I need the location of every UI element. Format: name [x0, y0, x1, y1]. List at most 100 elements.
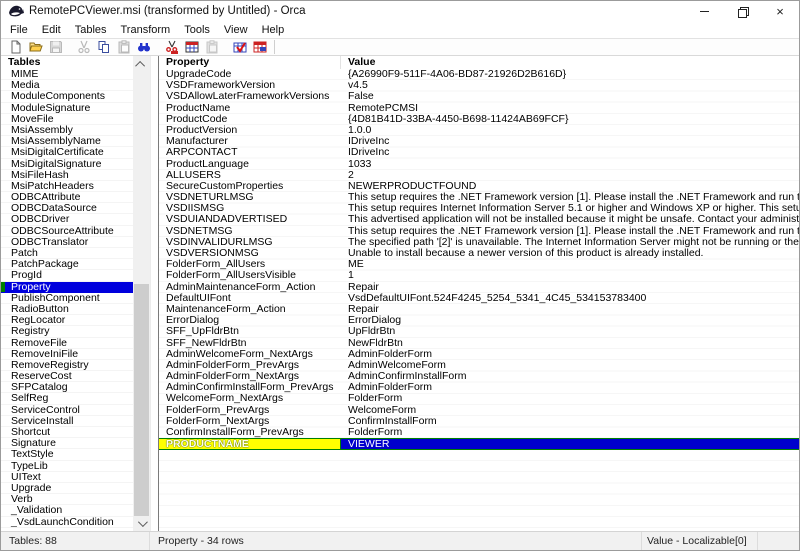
scrollbar-thumb[interactable] — [134, 284, 149, 516]
grid-row[interactable]: SecureCustomPropertiesNEWERPRODUCTFOUND — [159, 181, 799, 192]
value-cell[interactable]: ErrorDialog — [341, 315, 799, 326]
value-cell[interactable]: VsdDefaultUIFont.524F4245_5254_5341_4C45… — [341, 293, 799, 304]
property-cell[interactable]: ProductCode — [159, 114, 341, 125]
value-cell[interactable]: ME — [341, 259, 799, 270]
property-cell[interactable]: AdminFolderForm_NextArgs — [159, 371, 341, 382]
grid-row[interactable]: ErrorDialogErrorDialog — [159, 315, 799, 326]
grid-row[interactable]: SFF_UpFldrBtnUpFldrBtn — [159, 326, 799, 337]
grid-row[interactable]: VSDNETURLMSGThis setup requires the .NET… — [159, 192, 799, 203]
property-column-header[interactable]: Property — [159, 56, 341, 69]
property-cell[interactable]: MaintenanceForm_Action — [159, 304, 341, 315]
menu-view[interactable]: View — [217, 22, 255, 38]
table-list-item-publishcomponent[interactable]: PublishComponent — [1, 293, 133, 304]
table-list-item-patchpackage[interactable]: PatchPackage — [1, 259, 133, 270]
table-list-item-reservecost[interactable]: ReserveCost — [1, 371, 133, 382]
table-list-item-modulecomponents[interactable]: ModuleComponents — [1, 91, 133, 102]
property-cell[interactable]: SFF_NewFldrBtn — [159, 338, 341, 349]
property-cell[interactable]: Manufacturer — [159, 136, 341, 147]
value-column-header[interactable]: Value — [341, 56, 799, 69]
grid-row[interactable]: MaintenanceForm_ActionRepair — [159, 304, 799, 315]
value-cell[interactable]: 1033 — [341, 159, 799, 170]
property-cell[interactable]: WelcomeForm_NextArgs — [159, 393, 341, 404]
property-cell[interactable]: VSDAllowLaterFrameworkVersions — [159, 91, 341, 102]
table-list-item-modulesignature[interactable]: ModuleSignature — [1, 103, 133, 114]
table-list-item-odbcsourceattribute[interactable]: ODBCSourceAttribute — [1, 226, 133, 237]
grid-row[interactable]: ProductNameRemotePCMSI — [159, 103, 799, 114]
table-list-item-typelib[interactable]: TypeLib — [1, 461, 133, 472]
table-list-item-shortcut[interactable]: Shortcut — [1, 427, 133, 438]
value-cell[interactable]: This setup requires Internet Information… — [341, 203, 799, 214]
menu-edit[interactable]: Edit — [35, 22, 68, 38]
table-list-item-progid[interactable]: ProgId — [1, 270, 133, 281]
open-folder-icon[interactable] — [26, 39, 46, 55]
property-cell[interactable]: FolderForm_AllUsers — [159, 259, 341, 270]
property-cell[interactable]: PRODUCTNAME — [159, 439, 341, 449]
property-cell[interactable]: ProductLanguage — [159, 159, 341, 170]
table-list-item-textstyle[interactable]: TextStyle — [1, 449, 133, 460]
table-list-item-msidigitalsignature[interactable]: MsiDigitalSignature — [1, 159, 133, 170]
table-list-item-odbcdatasource[interactable]: ODBCDataSource — [1, 203, 133, 214]
grid-row[interactable]: VSDAllowLaterFrameworkVersionsFalse — [159, 91, 799, 102]
table-list-item-_vsdlaunchcondition[interactable]: _VsdLaunchCondition — [1, 517, 133, 528]
property-cell[interactable]: DefaultUIFont — [159, 293, 341, 304]
value-cell[interactable]: AdminFolderForm — [341, 382, 799, 393]
table-list-item-radiobutton[interactable]: RadioButton — [1, 304, 133, 315]
grid-row[interactable]: AdminMaintenanceForm_ActionRepair — [159, 282, 799, 293]
grid-row[interactable]: ProductVersion1.0.0 — [159, 125, 799, 136]
table-list-item-selfreg[interactable]: SelfReg — [1, 393, 133, 404]
value-cell[interactable]: NEWERPRODUCTFOUND — [341, 181, 799, 192]
value-cell[interactable]: {A26990F9-511F-4A06-BD87-21926D2B616D} — [341, 69, 799, 80]
table-list-item-msiassemblyname[interactable]: MsiAssemblyName — [1, 136, 133, 147]
property-cell[interactable]: AdminConfirmInstallForm_PrevArgs — [159, 382, 341, 393]
table-list-item-upgrade[interactable]: Upgrade — [1, 483, 133, 494]
menu-tools[interactable]: Tools — [177, 22, 217, 38]
table-list-item-removefile[interactable]: RemoveFile — [1, 338, 133, 349]
grid-row[interactable]: PRODUCTNAMEVIEWER — [159, 438, 799, 450]
menu-file[interactable]: File — [3, 22, 35, 38]
value-cell[interactable]: WelcomeForm — [341, 405, 799, 416]
property-cell[interactable]: VSDNETURLMSG — [159, 192, 341, 203]
grid-row[interactable]: VSDINVALIDURLMSGThe specified path '[2]'… — [159, 237, 799, 248]
value-cell[interactable]: 1.0.0 — [341, 125, 799, 136]
property-cell[interactable]: ALLUSERS — [159, 170, 341, 181]
table-list-item-removeregistry[interactable]: RemoveRegistry — [1, 360, 133, 371]
grid-row[interactable]: ConfirmInstallForm_PrevArgsFolderForm — [159, 427, 799, 438]
menu-tables[interactable]: Tables — [68, 22, 114, 38]
validate-check-icon[interactable] — [230, 39, 250, 55]
copy-icon[interactable] — [94, 39, 114, 55]
property-cell[interactable]: FolderForm_AllUsersVisible — [159, 270, 341, 281]
tables-scrollbar[interactable] — [133, 56, 150, 531]
table-list-item-mime[interactable]: MIME — [1, 69, 133, 80]
value-cell[interactable]: UpFldrBtn — [341, 326, 799, 337]
restore-button[interactable] — [723, 1, 761, 21]
value-cell[interactable]: Repair — [341, 282, 799, 293]
grid-row[interactable]: WelcomeForm_NextArgsFolderForm — [159, 393, 799, 404]
property-cell[interactable]: AdminMaintenanceForm_Action — [159, 282, 341, 293]
property-cell[interactable]: SFF_UpFldrBtn — [159, 326, 341, 337]
menu-help[interactable]: Help — [255, 22, 292, 38]
property-cell[interactable]: ErrorDialog — [159, 315, 341, 326]
table-list-item-msiassembly[interactable]: MsiAssembly — [1, 125, 133, 136]
value-cell[interactable]: NewFldrBtn — [341, 338, 799, 349]
grid-row[interactable]: ProductLanguage1033 — [159, 159, 799, 170]
table-list-item-msipatchheaders[interactable]: MsiPatchHeaders — [1, 181, 133, 192]
value-cell[interactable]: IDriveInc — [341, 136, 799, 147]
value-cell[interactable]: FolderForm — [341, 393, 799, 404]
value-cell[interactable]: This advertised application will not be … — [341, 214, 799, 225]
table-list-item-uitext[interactable]: UIText — [1, 472, 133, 483]
panel-splitter[interactable] — [151, 56, 159, 531]
value-cell[interactable]: This setup requires the .NET Framework v… — [341, 192, 799, 203]
grid-row[interactable]: FolderForm_PrevArgsWelcomeForm — [159, 405, 799, 416]
grid-row[interactable]: ManufacturerIDriveInc — [159, 136, 799, 147]
grid-row[interactable]: ProductCode{4D81B41D-33BA-4450-B698-1142… — [159, 114, 799, 125]
table-list-item-signature[interactable]: Signature — [1, 438, 133, 449]
table-list-item-property[interactable]: Property — [1, 282, 133, 293]
grid-row[interactable]: ALLUSERS2 — [159, 170, 799, 181]
table-list-item-serviceinstall[interactable]: ServiceInstall — [1, 416, 133, 427]
property-cell[interactable]: VSDIISMSG — [159, 203, 341, 214]
table-list-item-removeinifile[interactable]: RemoveIniFile — [1, 349, 133, 360]
value-cell[interactable]: 2 — [341, 170, 799, 181]
table-list-item-verb[interactable]: Verb — [1, 494, 133, 505]
value-cell[interactable]: AdminWelcomeForm — [341, 360, 799, 371]
property-cell[interactable]: SecureCustomProperties — [159, 181, 341, 192]
